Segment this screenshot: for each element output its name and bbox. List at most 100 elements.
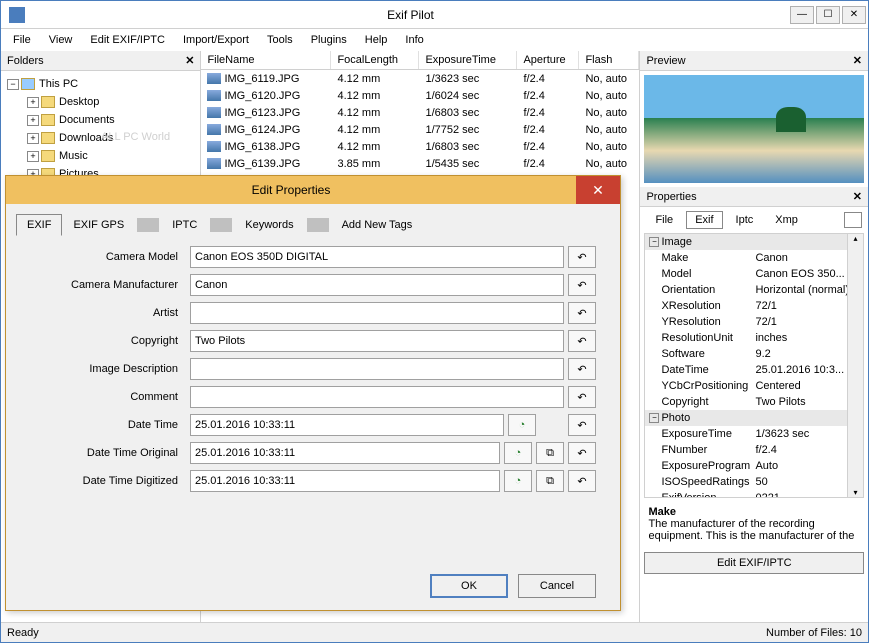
tab-keywords[interactable]: Keywords — [234, 214, 304, 236]
gear-icon[interactable] — [844, 212, 862, 228]
label-copyright: Copyright — [30, 335, 190, 347]
property-row[interactable]: ResolutionUnitinches — [645, 330, 863, 346]
property-row[interactable]: CopyrightTwo Pilots — [645, 394, 863, 410]
tree-item-desktop[interactable]: +Desktop — [3, 93, 198, 111]
tree-root[interactable]: −This PC — [3, 75, 198, 93]
image-icon — [207, 158, 221, 169]
close-button[interactable]: ✕ — [842, 6, 866, 24]
copy-icon[interactable]: ⧉ — [536, 442, 564, 464]
tree-item-downloads[interactable]: +Downloads — [3, 129, 198, 147]
input-camera-model[interactable] — [190, 246, 564, 268]
preview-close-icon[interactable]: ✕ — [853, 54, 862, 67]
edit-exif-iptc-button[interactable]: Edit EXIF/IPTC — [644, 552, 864, 574]
property-row[interactable]: ExposureProgramAuto — [645, 458, 863, 474]
edit-properties-dialog: Edit Properties ✕ EXIF EXIF GPS IPTC Key… — [5, 175, 621, 611]
menu-view[interactable]: View — [41, 32, 81, 48]
clock-icon[interactable]: ◔ — [504, 442, 532, 464]
properties-title: Properties — [646, 191, 696, 203]
property-row[interactable]: XResolution72/1 — [645, 298, 863, 314]
property-row[interactable]: ModelCanon EOS 350... — [645, 266, 863, 282]
menu-help[interactable]: Help — [357, 32, 396, 48]
menu-info[interactable]: Info — [397, 32, 431, 48]
prop-tab-xmp[interactable]: Xmp — [766, 211, 807, 229]
table-row[interactable]: IMG_6124.JPG4.12 mm1/7752 secf/2.4No, au… — [201, 121, 639, 138]
property-row[interactable]: DateTime25.01.2016 10:3... — [645, 362, 863, 378]
property-row[interactable]: MakeCanon — [645, 250, 863, 266]
property-row[interactable]: YCbCrPositioningCentered — [645, 378, 863, 394]
menu-edit-exif[interactable]: Edit EXIF/IPTC — [82, 32, 173, 48]
table-row[interactable]: IMG_6123.JPG4.12 mm1/6803 secf/2.4No, au… — [201, 104, 639, 121]
tab-exif[interactable]: EXIF — [16, 214, 62, 236]
label-img-desc: Image Description — [30, 363, 190, 375]
input-camera-mfr[interactable] — [190, 274, 564, 296]
table-row[interactable]: IMG_6139.JPG3.85 mm1/5435 secf/2.4No, au… — [201, 155, 639, 172]
table-row[interactable]: IMG_6120.JPG4.12 mm1/6024 secf/2.4No, au… — [201, 87, 639, 104]
col-aperture[interactable]: Aperture — [517, 51, 579, 69]
properties-close-icon[interactable]: ✕ — [853, 190, 862, 203]
input-copyright[interactable] — [190, 330, 564, 352]
input-artist[interactable] — [190, 302, 564, 324]
input-datetime[interactable] — [190, 414, 504, 436]
undo-icon[interactable]: ↶ — [568, 442, 596, 464]
undo-icon[interactable]: ↶ — [568, 414, 596, 436]
undo-icon[interactable]: ↶ — [568, 386, 596, 408]
menu-file[interactable]: File — [5, 32, 39, 48]
cancel-button[interactable]: Cancel — [518, 574, 596, 598]
prop-tab-iptc[interactable]: Iptc — [727, 211, 763, 229]
menu-tools[interactable]: Tools — [259, 32, 301, 48]
menu-plugins[interactable]: Plugins — [303, 32, 355, 48]
minimize-button[interactable]: — — [790, 6, 814, 24]
maximize-button[interactable]: ☐ — [816, 6, 840, 24]
label-comment: Comment — [30, 391, 190, 403]
table-row[interactable]: IMG_6138.JPG4.12 mm1/6803 secf/2.4No, au… — [201, 138, 639, 155]
undo-icon[interactable]: ↶ — [568, 330, 596, 352]
app-title: Exif Pilot — [31, 8, 790, 22]
menu-import-export[interactable]: Import/Export — [175, 32, 257, 48]
undo-icon[interactable]: ↶ — [568, 302, 596, 324]
ok-button[interactable]: OK — [430, 574, 508, 598]
label-artist: Artist — [30, 307, 190, 319]
property-row[interactable]: ExifVersion0221 — [645, 490, 863, 498]
property-row[interactable]: YResolution72/1 — [645, 314, 863, 330]
folder-icon — [41, 150, 55, 162]
undo-icon[interactable]: ↶ — [568, 246, 596, 268]
table-row[interactable]: IMG_6119.JPG4.12 mm1/3623 secf/2.4No, au… — [201, 70, 639, 87]
property-group[interactable]: −Photo — [645, 410, 863, 426]
tab-iptc[interactable]: IPTC — [161, 214, 208, 236]
property-group[interactable]: −Image — [645, 234, 863, 250]
property-row[interactable]: ISOSpeedRatings50 — [645, 474, 863, 490]
property-row[interactable]: Software9.2 — [645, 346, 863, 362]
undo-icon[interactable]: ↶ — [568, 358, 596, 380]
tab-exif-gps[interactable]: EXIF GPS — [62, 214, 135, 236]
tree-item-documents[interactable]: +Documents — [3, 111, 198, 129]
property-row[interactable]: OrientationHorizontal (normal) — [645, 282, 863, 298]
property-row[interactable]: ExposureTime1/3623 sec — [645, 426, 863, 442]
dialog-close-button[interactable]: ✕ — [576, 176, 620, 204]
tree-item-music[interactable]: +Music — [3, 147, 198, 165]
input-img-desc[interactable] — [190, 358, 564, 380]
status-file-count: Number of Files: 10 — [766, 627, 862, 639]
col-exposuretime[interactable]: ExposureTime — [419, 51, 517, 69]
image-icon — [207, 124, 221, 135]
prop-tab-file[interactable]: File — [646, 211, 682, 229]
properties-tabs: File Exif Iptc Xmp — [640, 207, 868, 233]
undo-icon[interactable]: ↶ — [568, 274, 596, 296]
copy-icon[interactable]: ⧉ — [536, 470, 564, 492]
clock-icon[interactable]: ◔ — [504, 470, 532, 492]
scrollbar[interactable] — [847, 234, 863, 497]
dialog-titlebar[interactable]: Edit Properties ✕ — [6, 176, 620, 204]
input-datetime-original[interactable] — [190, 442, 500, 464]
col-focallength[interactable]: FocalLength — [331, 51, 419, 69]
prop-tab-exif[interactable]: Exif — [686, 211, 722, 229]
clock-icon[interactable]: ◔ — [508, 414, 536, 436]
input-datetime-digitized[interactable] — [190, 470, 500, 492]
tab-add-new-tags[interactable]: Add New Tags — [331, 214, 424, 236]
dialog-title: Edit Properties — [6, 183, 576, 197]
col-filename[interactable]: FileName — [201, 51, 331, 69]
undo-icon[interactable]: ↶ — [568, 470, 596, 492]
folders-close-icon[interactable]: ✕ — [185, 54, 194, 67]
preview-title: Preview — [646, 55, 685, 67]
property-row[interactable]: FNumberf/2.4 — [645, 442, 863, 458]
input-comment[interactable] — [190, 386, 564, 408]
col-flash[interactable]: Flash — [579, 51, 639, 69]
